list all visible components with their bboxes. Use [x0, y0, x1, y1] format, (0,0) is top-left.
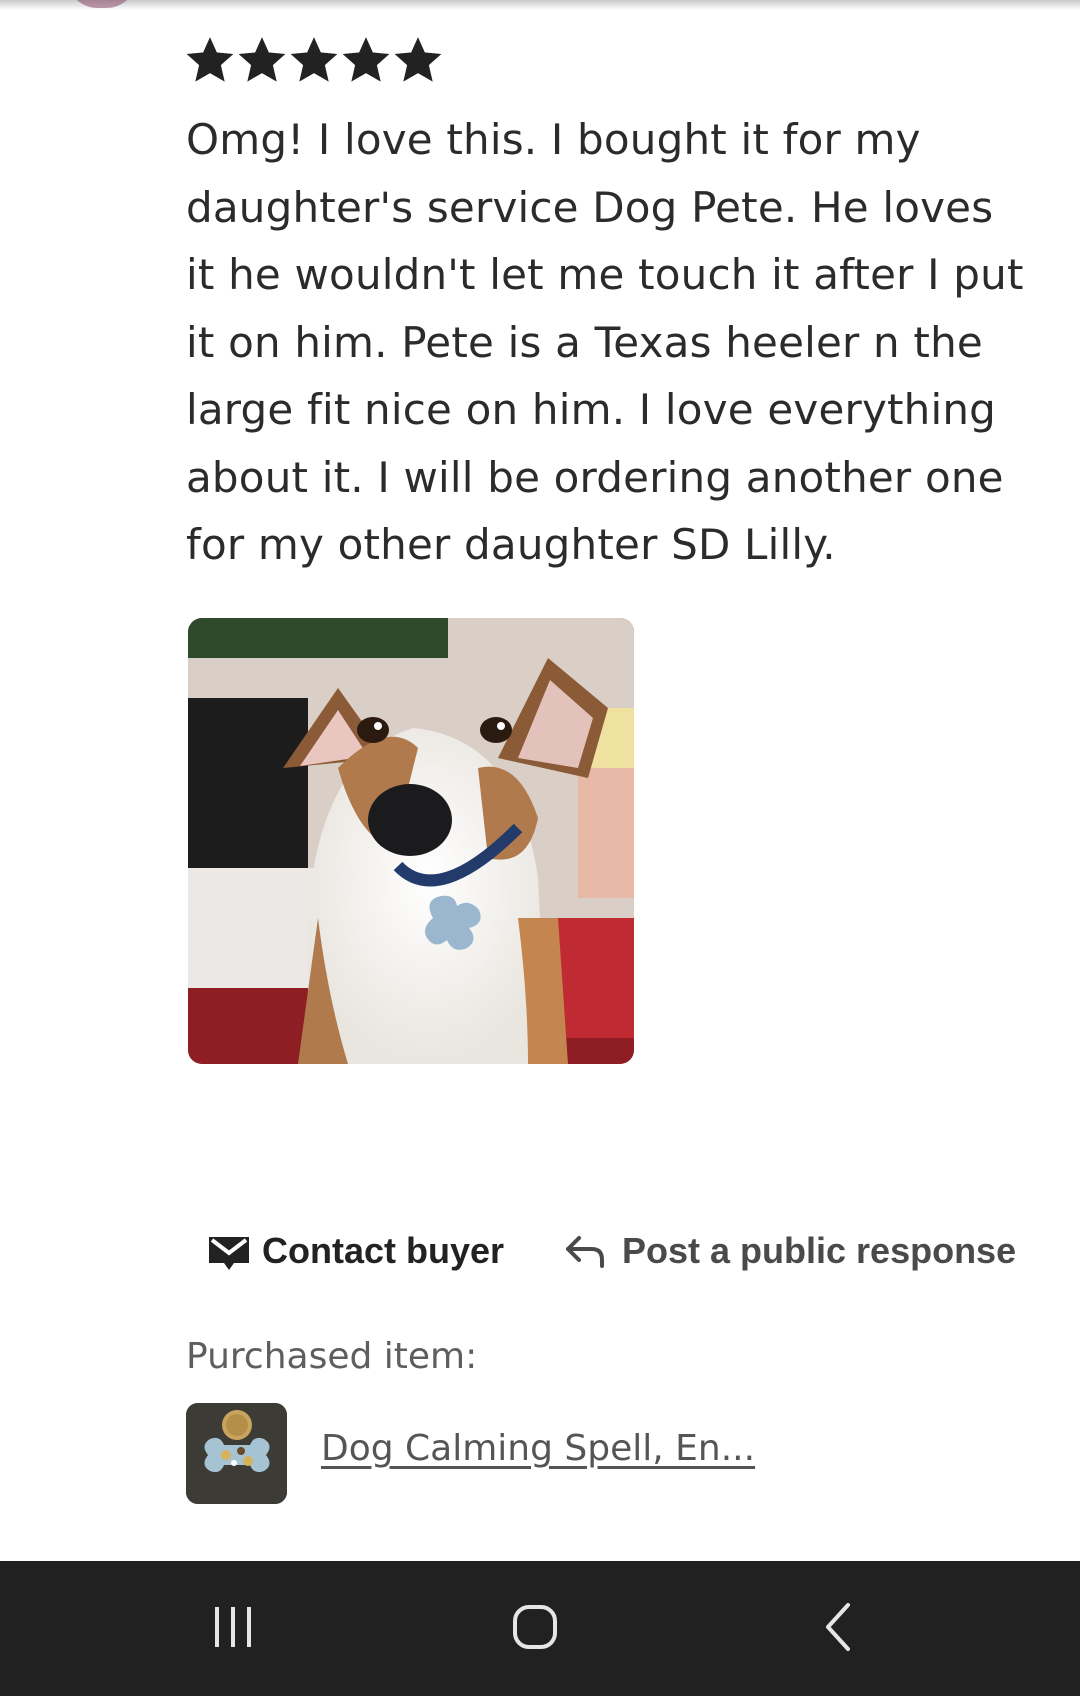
- android-navigation-bar: [0, 1561, 1080, 1696]
- top-edge-shadow: [0, 0, 1080, 10]
- reply-arrow-icon: [562, 1228, 608, 1274]
- star-icon: [290, 37, 338, 82]
- home-button[interactable]: [495, 1591, 575, 1663]
- envelope-icon: [206, 1228, 252, 1274]
- purchased-item-thumbnail[interactable]: [186, 1403, 287, 1504]
- purchased-item-link[interactable]: Dog Calming Spell, En...: [321, 1428, 755, 1469]
- contact-buyer-button[interactable]: Contact buyer: [206, 1226, 504, 1276]
- contact-buyer-label: Contact buyer: [262, 1230, 505, 1271]
- review-text: Omg! I love this. I bought it for my dau…: [186, 115, 1024, 569]
- star-icon: [186, 37, 234, 82]
- post-public-response-label: Post a public response: [622, 1230, 1017, 1271]
- back-button[interactable]: [798, 1591, 878, 1663]
- star-rating: [186, 36, 442, 84]
- recent-apps-icon: [215, 1607, 251, 1647]
- star-icon: [342, 37, 390, 82]
- post-public-response-button[interactable]: Post a public response: [562, 1226, 1016, 1276]
- review-actions: Contact buyer Post a public response: [0, 1226, 1080, 1276]
- home-icon: [513, 1605, 557, 1649]
- star-icon: [394, 37, 442, 82]
- review-photo[interactable]: [188, 618, 634, 1064]
- dog-photo: [188, 618, 634, 1064]
- back-icon: [826, 1603, 850, 1651]
- star-icon: [238, 37, 286, 82]
- recent-apps-button[interactable]: [193, 1591, 273, 1663]
- purchased-item-label: Purchased item:: [186, 1336, 478, 1377]
